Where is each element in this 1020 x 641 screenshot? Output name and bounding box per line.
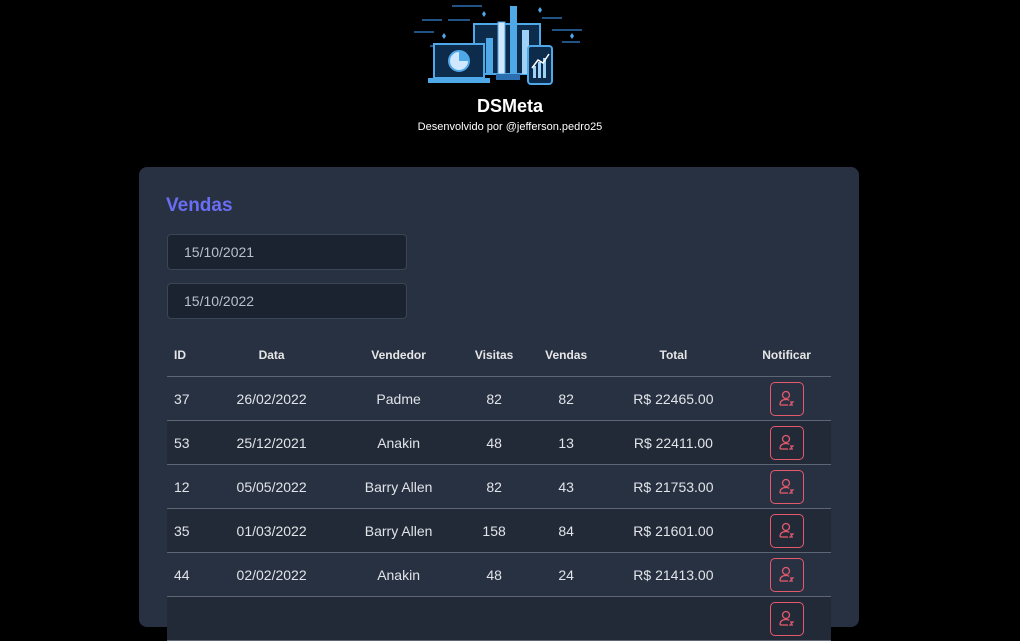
user-notify-icon <box>778 522 795 538</box>
app-header: DSMeta Desenvolvido por @jefferson.pedro… <box>0 0 1020 167</box>
cell-notify <box>742 596 831 641</box>
cell-total <box>604 596 743 641</box>
table-row: 44 02/02/2022 Anakin 48 24 R$ 21413.00 <box>167 552 831 597</box>
cell-date <box>206 596 337 641</box>
column-header-date: Data <box>206 333 337 377</box>
table-header-row: ID Data Vendedor Visitas Vendas Total No… <box>167 333 831 377</box>
cell-total: R$ 21413.00 <box>604 552 743 597</box>
cell-date: 01/03/2022 <box>206 508 337 553</box>
cell-total: R$ 21753.00 <box>604 464 743 509</box>
column-header-seller: Vendedor <box>336 333 461 377</box>
cell-visits: 158 <box>460 508 528 553</box>
cell-seller: Anakin <box>336 420 461 465</box>
cell-total: R$ 22411.00 <box>604 420 743 465</box>
table-row: 12 05/05/2022 Barry Allen 82 43 R$ 21753… <box>167 464 831 509</box>
cell-date: 02/02/2022 <box>206 552 337 597</box>
cell-date: 05/05/2022 <box>206 464 337 509</box>
user-notify-icon <box>778 434 795 450</box>
max-date-input[interactable] <box>167 283 407 319</box>
cell-deals: 43 <box>527 464 605 509</box>
cell-visits: 48 <box>460 552 528 597</box>
cell-notify <box>742 420 831 465</box>
cell-seller <box>336 596 461 641</box>
notify-button[interactable] <box>769 425 804 460</box>
cell-notify <box>742 552 831 597</box>
app-title: DSMeta <box>476 96 543 116</box>
column-header-total: Total <box>604 333 743 377</box>
user-notify-icon <box>778 566 795 582</box>
cell-visits: 82 <box>460 376 528 421</box>
developer-credit: Desenvolvido por @jefferson.pedro25 <box>417 121 603 133</box>
cell-id: 35 <box>167 508 207 553</box>
cell-total: R$ 21601.00 <box>604 508 743 553</box>
user-notify-icon <box>778 610 795 626</box>
cell-id: 12 <box>167 464 207 509</box>
cell-deals: 82 <box>527 376 605 421</box>
cell-deals <box>527 596 605 641</box>
cell-seller: Anakin <box>336 552 461 597</box>
cell-seller: Barry Allen <box>336 464 461 509</box>
cell-visits: 82 <box>460 464 528 509</box>
table-row <box>167 596 831 641</box>
dashboard-logo-icon <box>414 5 582 85</box>
cell-total: R$ 22465.00 <box>604 376 743 421</box>
cell-seller: Padme <box>336 376 461 421</box>
cell-notify <box>742 464 831 509</box>
notify-button[interactable] <box>769 513 804 548</box>
cell-id: 37 <box>167 376 207 421</box>
column-header-notify: Notificar <box>742 333 831 377</box>
user-notify-icon <box>778 478 795 494</box>
column-header-id: ID <box>167 333 207 377</box>
cell-deals: 13 <box>527 420 605 465</box>
column-header-visits: Visitas <box>460 333 528 377</box>
table-row: 35 01/03/2022 Barry Allen 158 84 R$ 2160… <box>167 508 831 553</box>
cell-date: 25/12/2021 <box>206 420 337 465</box>
user-notify-icon <box>778 390 795 406</box>
notify-button[interactable] <box>769 601 804 636</box>
notify-button[interactable] <box>769 381 804 416</box>
cell-date: 26/02/2022 <box>206 376 337 421</box>
card-title: Vendas <box>166 195 233 216</box>
min-date-input[interactable] <box>167 234 407 270</box>
cell-notify <box>742 376 831 421</box>
sales-card: Vendas ID Data Vendedor Visitas Vendas T… <box>139 167 859 641</box>
notify-button[interactable] <box>769 557 804 592</box>
column-header-deals: Vendas <box>527 333 605 377</box>
cell-visits <box>460 596 528 641</box>
cell-notify <box>742 508 831 553</box>
sales-table: ID Data Vendedor Visitas Vendas Total No… <box>167 333 831 641</box>
cell-deals: 84 <box>527 508 605 553</box>
cell-seller: Barry Allen <box>336 508 461 553</box>
table-row: 53 25/12/2021 Anakin 48 13 R$ 22411.00 <box>167 420 831 465</box>
cell-id: 53 <box>167 420 207 465</box>
cell-deals: 24 <box>527 552 605 597</box>
notify-button[interactable] <box>769 469 804 504</box>
cell-visits: 48 <box>460 420 528 465</box>
cell-id: 44 <box>167 552 207 597</box>
cell-id <box>167 596 207 641</box>
table-row: 37 26/02/2022 Padme 82 82 R$ 22465.00 <box>167 376 831 421</box>
